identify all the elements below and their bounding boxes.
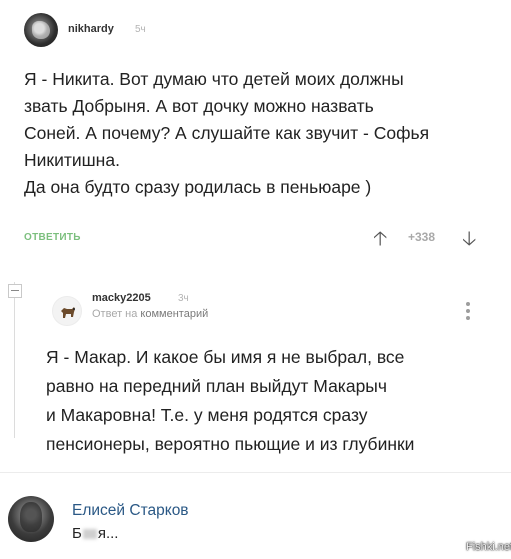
comment-text-start: Б (72, 525, 82, 542)
comment-text: Я - Макар. И какое бы имя я не выбрал, в… (46, 343, 486, 459)
censored-blur (82, 529, 97, 539)
comment-text-line: и Макаровна! Т.е. у меня родятся сразу (46, 405, 368, 425)
arrow-down-icon[interactable]: 🡣 (462, 224, 476, 258)
comment-text-line: равно на передний план выйдут Макарыч (46, 376, 388, 396)
rating-count: +338 (408, 230, 436, 244)
comment-text-line: Никитишна. (24, 150, 120, 170)
comment-text-line: Я - Макар. И какое бы имя я не выбрал, в… (46, 347, 405, 367)
more-options-icon[interactable] (465, 302, 471, 324)
avatar[interactable] (8, 496, 54, 542)
comment-text-line: пенсионеры, вероятно пьющие и из глубинк… (46, 434, 415, 454)
comment-text-end: я... (97, 525, 119, 542)
comment-text-line: Я - Никита. Вот думаю что детей моих дол… (24, 69, 404, 89)
comment-text-line: Да она будто сразу родилась в пеньюаре ) (24, 177, 372, 197)
arrow-up-icon[interactable]: 🡡 (373, 224, 387, 258)
avatar[interactable] (24, 13, 58, 47)
comment-text-line: Соней. А почему? А слушайте как звучит -… (24, 123, 430, 143)
thread-line (14, 282, 15, 438)
username-link[interactable]: macky2205 (92, 292, 151, 304)
comment-time: 5ч (135, 24, 146, 35)
comment-text-line: звать Добрыня. А вот дочку можно назвать (24, 96, 374, 116)
collapse-thread-button[interactable] (8, 284, 22, 298)
comment-text: Я - Никита. Вот думаю что детей моих дол… (24, 66, 494, 201)
dog-icon (61, 307, 75, 318)
comment-card-nikhardy: nikhardy 5ч Я - Никита. Вот думаю что де… (0, 0, 511, 262)
comment-time: 3ч (178, 293, 189, 304)
reply-to-label: Ответ на комментарий (92, 308, 208, 320)
reply-to-prefix: Ответ на (92, 308, 141, 320)
watermark: Fishki.net (466, 541, 511, 553)
comment-text: Бя... (72, 525, 118, 542)
avatar[interactable] (52, 296, 82, 326)
reply-button[interactable]: ОТВЕТИТЬ (24, 232, 81, 243)
username-link[interactable]: nikhardy (68, 23, 114, 35)
divider (0, 472, 511, 473)
author-name-link[interactable]: Елисей Старков (72, 502, 189, 520)
reply-to-link[interactable]: комментарий (140, 308, 208, 320)
